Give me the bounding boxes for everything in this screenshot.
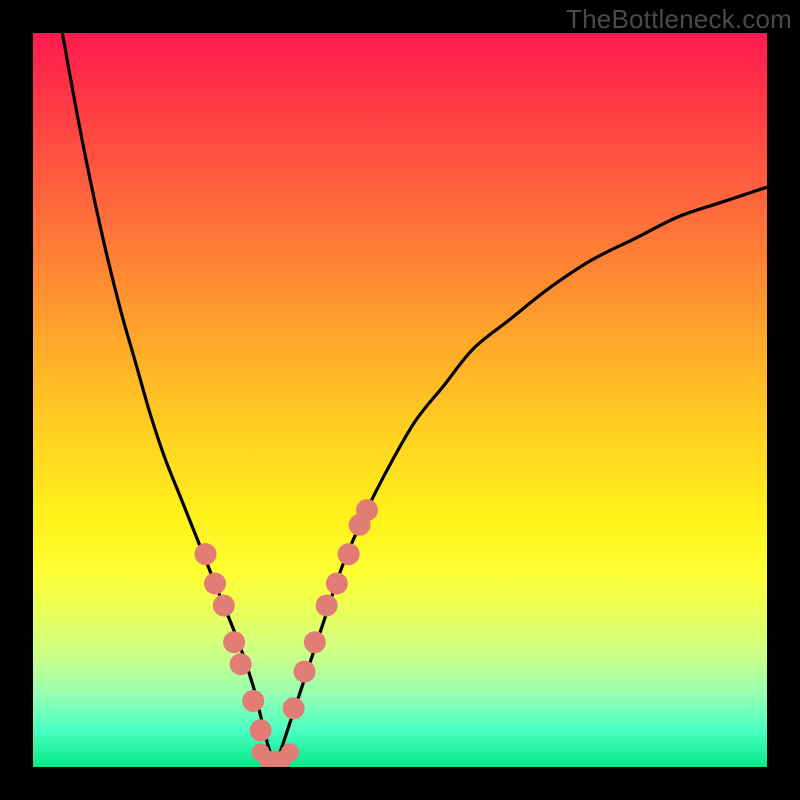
marker-group	[194, 499, 377, 767]
curve-marker	[242, 690, 264, 712]
watermark: TheBottleneck.com	[566, 4, 792, 35]
plot-area	[33, 33, 767, 767]
curve-marker	[204, 573, 226, 595]
curve-marker	[338, 543, 360, 565]
chart-stage: TheBottleneck.com	[0, 0, 800, 800]
curve-layer	[33, 33, 767, 767]
curve-marker	[281, 743, 299, 761]
curve-marker	[326, 573, 348, 595]
curve-marker	[356, 499, 378, 521]
curve-marker	[316, 595, 338, 617]
curve-marker	[213, 595, 235, 617]
curve-marker	[194, 543, 216, 565]
curve-marker	[223, 631, 245, 653]
curve-marker	[230, 653, 252, 675]
curve-marker	[294, 661, 316, 683]
curve-marker	[304, 631, 326, 653]
right-curve	[275, 187, 767, 767]
curve-marker	[283, 697, 305, 719]
curve-marker	[250, 719, 272, 741]
